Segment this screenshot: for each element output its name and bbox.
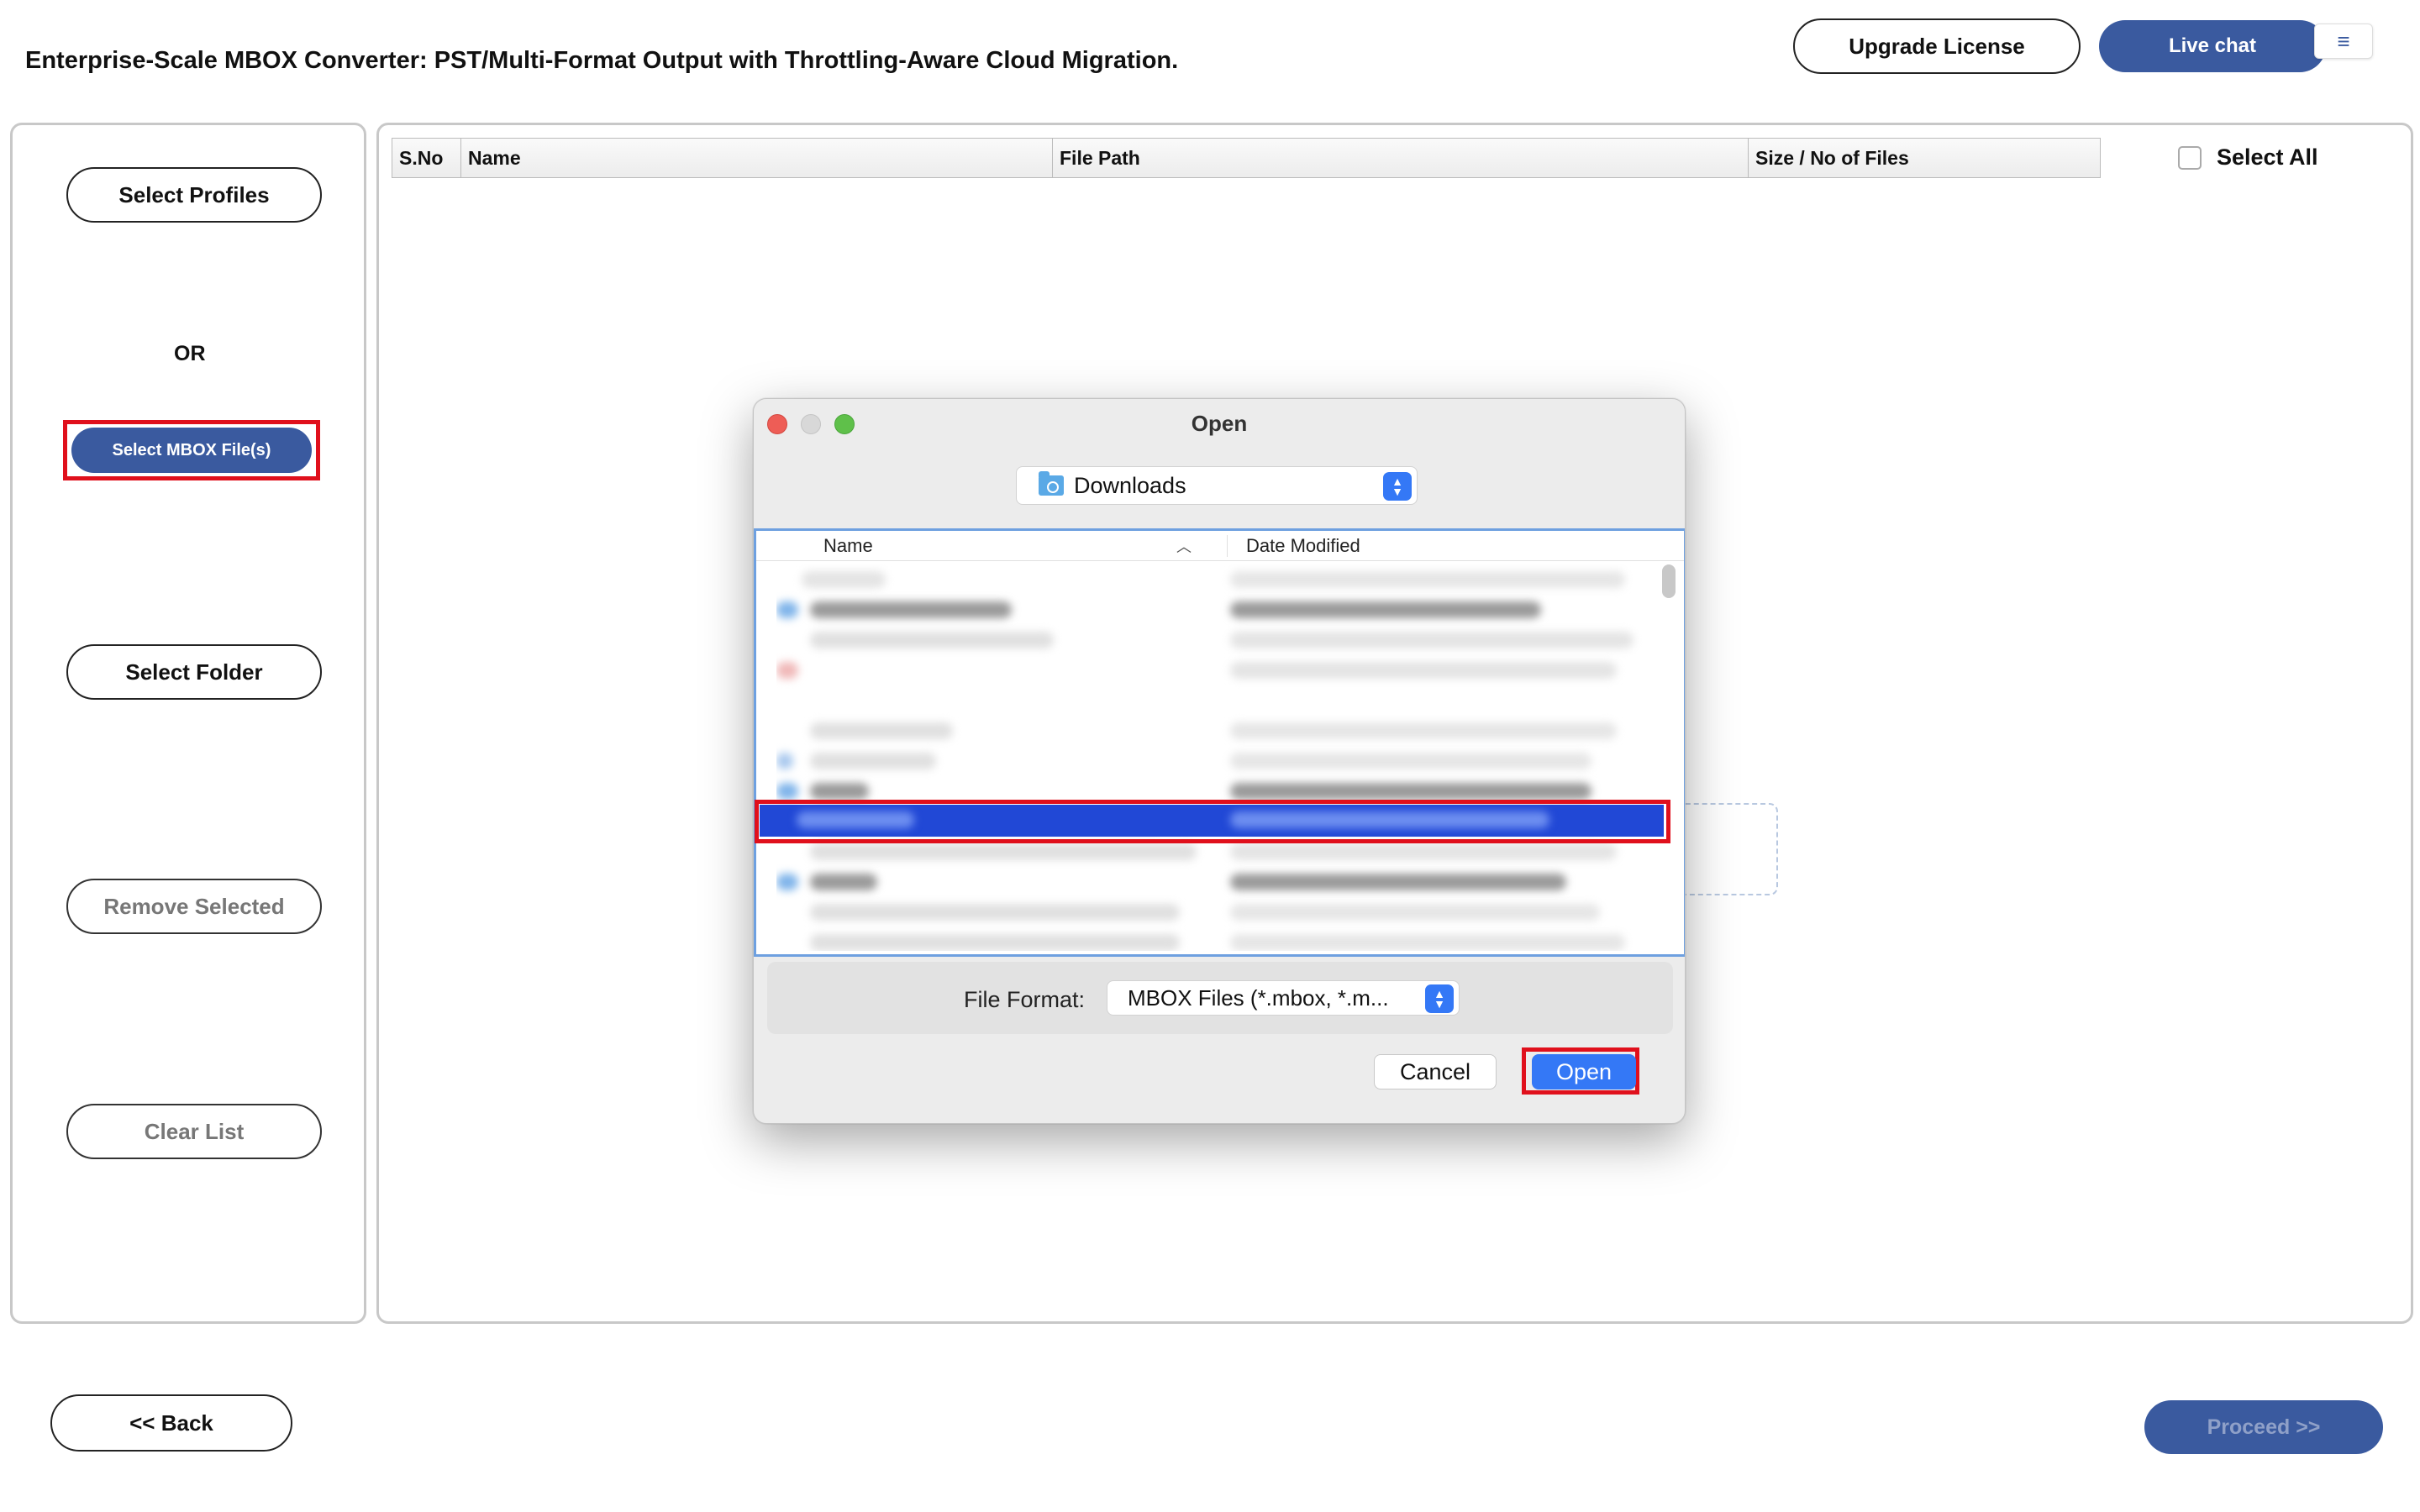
column-file-path[interactable]: File Path: [1053, 139, 1749, 177]
selected-row-highlight: [755, 800, 1670, 843]
or-label: OR: [174, 342, 206, 365]
file-format-label: File Format:: [964, 987, 1086, 1012]
open-button[interactable]: Open: [1532, 1054, 1636, 1089]
select-profiles-button[interactable]: Select Profiles: [66, 167, 322, 223]
menu-icon[interactable]: ≡: [2314, 24, 2373, 59]
location-label: Downloads: [1074, 472, 1186, 498]
close-window-icon[interactable]: [767, 414, 787, 434]
live-chat-button[interactable]: Live chat: [2099, 20, 2326, 72]
select-all-control[interactable]: Select All: [2178, 144, 2318, 171]
file-row[interactable]: [776, 927, 1650, 951]
file-row[interactable]: [776, 595, 1650, 625]
back-button[interactable]: << Back: [50, 1394, 292, 1452]
browser-header: Name ︿ Date Modified: [756, 531, 1684, 561]
cancel-button[interactable]: Cancel: [1374, 1054, 1497, 1089]
file-row[interactable]: [776, 867, 1650, 897]
column-name[interactable]: Name: [461, 139, 1053, 177]
upgrade-license-button[interactable]: Upgrade License: [1793, 18, 2081, 74]
format-stepper-icon: ▲ ▼: [1425, 984, 1454, 1013]
remove-selected-button[interactable]: Remove Selected: [66, 879, 322, 934]
file-rows: [776, 564, 1650, 951]
minimize-window-icon: [801, 414, 821, 434]
select-mbox-files-button[interactable]: Select MBOX File(s): [71, 428, 312, 473]
file-format-value: MBOX Files (*.mbox, *.m...: [1128, 984, 1389, 1011]
column-size[interactable]: Size / No of Files: [1749, 139, 2100, 177]
sidebar-panel: Select Profiles OR Select MBOX File(s) S…: [10, 123, 366, 1324]
open-file-dialog: Open Downloads ▲▼ Name ︿ Date Modified: [753, 398, 1686, 1124]
proceed-button[interactable]: Proceed >>: [2144, 1400, 2383, 1454]
file-row[interactable]: [776, 625, 1650, 655]
select-all-checkbox[interactable]: [2178, 145, 2202, 170]
file-row[interactable]: [776, 746, 1650, 776]
dropdown-stepper-icon: ▲ ▼: [1383, 472, 1412, 501]
zoom-window-icon[interactable]: [834, 414, 855, 434]
file-browser: Name ︿ Date Modified: [754, 528, 1685, 957]
file-format-bar: File Format: MBOX Files (*.mbox, *.m... …: [767, 962, 1673, 1034]
dialog-title: Open: [1191, 410, 1248, 436]
browser-scrollbar[interactable]: [1662, 564, 1676, 598]
file-format-dropdown[interactable]: MBOX Files (*.mbox, *.m... ▲ ▼: [1107, 980, 1460, 1016]
app-title: Enterprise-Scale MBOX Converter: PST/Mul…: [25, 47, 1179, 74]
browser-col-name[interactable]: Name: [823, 535, 873, 557]
select-all-label: Select All: [2217, 144, 2318, 170]
dialog-titlebar[interactable]: Open: [754, 399, 1685, 448]
file-row[interactable]: [776, 564, 1650, 595]
select-folder-button[interactable]: Select Folder: [66, 644, 322, 700]
file-table-header: S.No Name File Path Size / No of Files: [392, 138, 2101, 178]
sort-ascending-icon: ︿: [1176, 538, 1192, 555]
file-row[interactable]: [776, 897, 1650, 927]
location-dropdown[interactable]: Downloads ▲ ▼: [1016, 466, 1418, 505]
browser-col-date[interactable]: Date Modified: [1227, 535, 1360, 557]
file-row[interactable]: [776, 655, 1650, 685]
file-row[interactable]: [776, 716, 1650, 746]
downloads-folder-icon: [1039, 471, 1064, 496]
column-sno[interactable]: S.No: [392, 139, 461, 177]
clear-list-button[interactable]: Clear List: [66, 1104, 322, 1159]
